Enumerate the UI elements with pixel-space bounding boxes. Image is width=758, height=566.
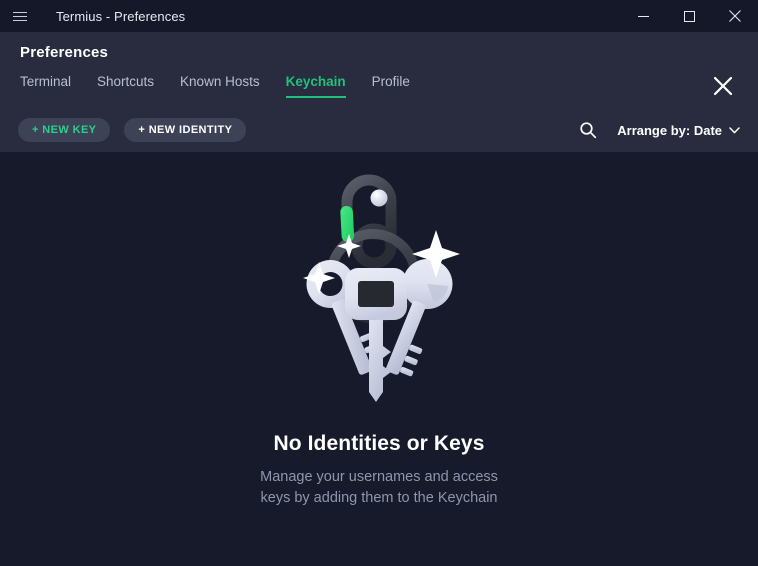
- close-button[interactable]: [712, 0, 758, 32]
- keychain-toolbar: + NEW KEY + NEW IDENTITY Arrange by: Dat…: [0, 108, 758, 152]
- maximize-button[interactable]: [666, 0, 712, 32]
- toolbar-right-group: Arrange by: Date: [579, 121, 740, 139]
- page-title: Preferences: [20, 44, 109, 61]
- arrange-by-label: Arrange by: Date: [617, 122, 722, 138]
- minimize-icon: [637, 15, 649, 17]
- arrange-by-dropdown[interactable]: Arrange by: Date: [617, 123, 740, 138]
- new-identity-button[interactable]: + NEW IDENTITY: [124, 118, 247, 142]
- preferences-header: Preferences Terminal Shortcuts Known Hos…: [0, 32, 758, 152]
- keychain-content: No Identities or Keys Manage your userna…: [0, 152, 758, 566]
- keychain-keys-illustration: [303, 174, 460, 402]
- empty-state-title: No Identities or Keys: [273, 432, 485, 455]
- search-icon: [580, 122, 597, 139]
- close-preferences-button[interactable]: [710, 73, 736, 99]
- window-controls: [620, 0, 758, 32]
- hamburger-line: [13, 19, 27, 21]
- window-title: Termius - Preferences: [56, 8, 186, 24]
- close-icon: [729, 10, 741, 22]
- tab-shortcuts[interactable]: Shortcuts: [97, 74, 154, 98]
- search-button[interactable]: [579, 121, 597, 139]
- maximize-icon: [683, 10, 695, 22]
- hamburger-menu-icon[interactable]: [0, 0, 40, 32]
- hamburger-line: [13, 11, 27, 13]
- chevron-down-icon: [729, 126, 740, 133]
- preferences-tabs: Terminal Shortcuts Known Hosts Keychain …: [20, 74, 410, 98]
- tab-keychain[interactable]: Keychain: [285, 74, 346, 98]
- tab-profile[interactable]: Profile: [372, 74, 410, 98]
- minimize-button[interactable]: [620, 0, 666, 32]
- tab-terminal[interactable]: Terminal: [20, 74, 71, 98]
- window-titlebar: Termius - Preferences: [0, 0, 758, 32]
- close-icon: [713, 76, 733, 96]
- hamburger-line: [13, 15, 27, 17]
- new-key-button[interactable]: + NEW KEY: [18, 118, 111, 142]
- tab-known-hosts[interactable]: Known Hosts: [180, 74, 260, 98]
- empty-state-description: Manage your usernames and access keys by…: [260, 469, 498, 506]
